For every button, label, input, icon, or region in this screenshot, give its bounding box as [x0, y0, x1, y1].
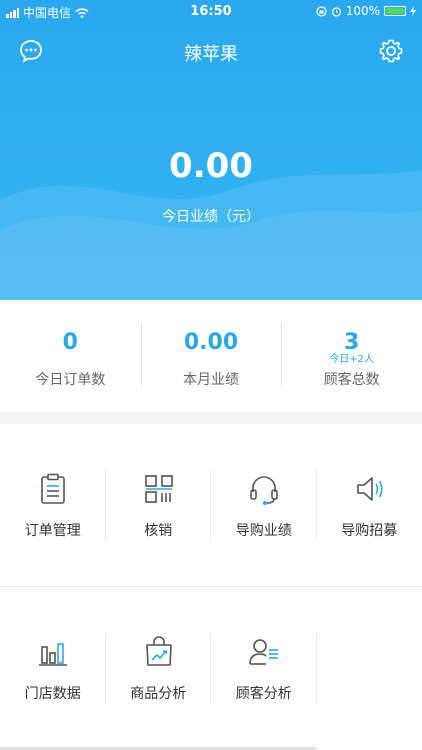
clipboard-icon	[41, 473, 65, 504]
menu-order-management[interactable]: 订单管理	[0, 424, 106, 586]
stat-value: 0.00	[183, 330, 239, 355]
menu-grid: 订单管理 核销 导购业绩 导购招募 门店数据 商品分析 顾客分析	[0, 424, 422, 750]
menu-row: 门店数据 商品分析 顾客分析	[0, 586, 422, 749]
today-performance-label: 今日业绩（元）	[162, 209, 260, 225]
stat-sub: 今日+2人	[329, 354, 375, 365]
headset-icon	[250, 476, 278, 505]
speaker-icon	[356, 477, 383, 501]
menu-label: 核销	[144, 523, 173, 539]
stat-label: 顾客总数	[323, 372, 380, 388]
charging-icon	[410, 6, 416, 16]
gear-icon[interactable]	[378, 38, 404, 64]
shopping-bag-chart-icon	[145, 636, 172, 666]
battery-percent: 100%	[345, 4, 380, 18]
header: 中国电信 16:50 100% 辣苹果 0.00 今日业绩（元）	[0, 0, 422, 300]
stat-today-orders[interactable]: 0 今日订单数	[0, 300, 141, 412]
menu-label: 订单管理	[24, 523, 81, 539]
menu-label: 顾客分析	[235, 686, 292, 702]
stat-value: 3	[344, 330, 360, 355]
bar-chart-icon	[39, 643, 67, 666]
stat-month-performance[interactable]: 0.00 本月业绩	[140, 300, 282, 412]
stat-label: 今日订单数	[35, 372, 106, 388]
status-bar: 中国电信 16:50 100%	[0, 0, 422, 22]
qr-code-icon	[144, 475, 173, 503]
stat-value: 0	[62, 330, 78, 355]
menu-row: 订单管理 核销 导购业绩 导购招募	[0, 424, 422, 586]
menu-product-analysis[interactable]: 商品分析	[106, 587, 212, 749]
menu-guide-performance[interactable]: 导购业绩	[211, 424, 317, 586]
menu-label: 商品分析	[130, 686, 187, 702]
user-list-icon	[249, 639, 278, 665]
menu-customer-analysis[interactable]: 顾客分析	[211, 587, 317, 749]
menu-guide-recruitment[interactable]: 导购招募	[317, 424, 422, 586]
menu-label: 门店数据	[24, 686, 81, 702]
menu-label: 导购招募	[341, 523, 398, 539]
page-title: 辣苹果	[184, 44, 238, 65]
menu-verification[interactable]: 核销	[106, 424, 212, 586]
alarm-icon	[331, 6, 341, 17]
battery-icon	[384, 6, 406, 16]
lock-rotation-icon	[316, 5, 327, 17]
today-performance-value: 0.00	[169, 146, 253, 186]
stats-row: 0 今日订单数 0.00 本月业绩 3 今日+2人 顾客总数	[0, 300, 422, 412]
stat-label: 本月业绩	[183, 372, 239, 388]
menu-store-data[interactable]: 门店数据	[0, 587, 106, 749]
menu-label: 导购业绩	[235, 523, 292, 539]
stat-total-customers[interactable]: 3 今日+2人 顾客总数	[281, 300, 422, 412]
nav-bar: 辣苹果	[0, 36, 422, 66]
